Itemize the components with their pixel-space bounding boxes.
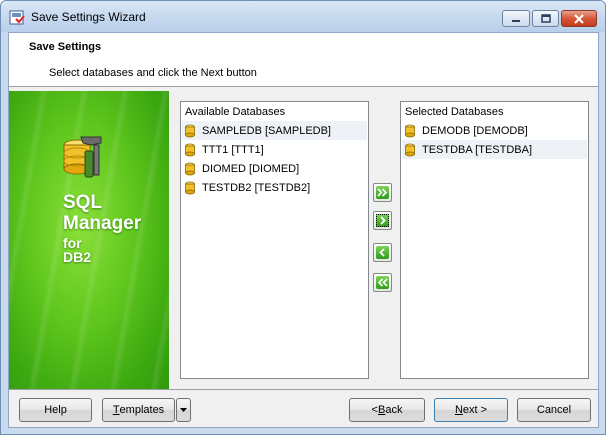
page-title: Save Settings [29, 41, 102, 53]
database-label: DIOMED [DIOMED] [202, 162, 300, 175]
wizard-app-icon [9, 10, 25, 25]
close-icon [574, 13, 584, 24]
page-subtitle: Select databases and click the Next butt… [49, 67, 257, 79]
database-icon [405, 143, 415, 156]
list-item[interactable]: TESTDBA [TESTDBA] [402, 140, 587, 159]
wizard-header: Save Settings Select databases and click… [9, 33, 598, 87]
database-label: SAMPLEDB [SAMPLEDB] [202, 124, 331, 137]
next-label-rest: ext > [462, 404, 488, 416]
help-button[interactable]: Help [19, 398, 92, 422]
banner-line-manager: Manager [63, 213, 142, 234]
banner-line-db2: DB2 [63, 249, 92, 265]
database-icon [185, 181, 195, 194]
close-button[interactable] [561, 10, 597, 27]
database-label: TESTDB2 [TESTDB2] [202, 181, 311, 194]
maximize-button[interactable] [532, 10, 559, 27]
list-item[interactable]: TTT1 [TTT1] [182, 140, 367, 159]
button-face [376, 214, 389, 227]
next-mnemonic: N [454, 404, 463, 416]
database-icon [185, 124, 195, 137]
footer-divider [9, 389, 598, 390]
product-banner: SQL Manager for DB2 [9, 91, 169, 389]
back-label-rest: ack [385, 404, 403, 416]
minimize-button[interactable] [502, 10, 530, 27]
button-face [376, 186, 389, 199]
button-face [376, 276, 389, 289]
wizard-client-area: Save Settings Select databases and click… [8, 32, 599, 428]
chevron-right-icon [380, 216, 386, 225]
remove-selected-button[interactable] [373, 243, 392, 262]
cancel-button[interactable]: Cancel [517, 398, 591, 422]
add-all-button[interactable] [373, 183, 392, 202]
banner-product-name: SQL Manager for DB2 [63, 193, 141, 264]
remove-all-button[interactable] [373, 273, 392, 292]
double-chevron-left-icon [377, 278, 388, 287]
available-databases-list[interactable]: Available Databases SAMPLEDB [SAMPLEDB] [180, 101, 369, 379]
database-wrench-logo-icon [63, 136, 102, 178]
title-bar[interactable]: Save Settings Wizard [1, 1, 605, 32]
window-title: Save Settings Wizard [31, 10, 146, 24]
back-mnemonic: B [377, 404, 386, 416]
double-chevron-right-icon [377, 188, 388, 197]
list-item[interactable]: DIOMED [DIOMED] [182, 159, 367, 178]
wizard-window: Save Settings Wizard Save Settings Selec… [0, 0, 606, 435]
database-icon [185, 162, 195, 175]
available-databases-items: SAMPLEDB [SAMPLEDB] TTT1 [TTT1] DIOMED [… [182, 121, 367, 197]
caret-down-icon [180, 408, 187, 412]
chevron-left-icon [379, 248, 385, 257]
database-label: TESTDBA [TESTDBA] [422, 143, 533, 156]
database-label: DEMODB [DEMODB] [422, 124, 528, 137]
templates-label-rest: emplates [119, 404, 165, 416]
button-face [376, 246, 389, 259]
list-item[interactable]: SAMPLEDB [SAMPLEDB] [182, 121, 367, 140]
banner-line-for: for [63, 235, 82, 251]
templates-button[interactable]: Templates [102, 398, 175, 422]
selected-databases-list[interactable]: Selected Databases DEMODB [DEMODB] TESTD… [400, 101, 589, 379]
add-selected-button[interactable] [373, 211, 392, 230]
maximize-icon [540, 14, 551, 23]
database-label: TTT1 [TTT1] [202, 143, 264, 156]
available-databases-caption: Available Databases [185, 106, 286, 118]
back-button[interactable]: < Back [349, 398, 425, 422]
list-item[interactable]: TESTDB2 [TESTDB2] [182, 178, 367, 197]
next-button[interactable]: Next > [434, 398, 508, 422]
minimize-icon [512, 19, 520, 22]
selected-databases-items: DEMODB [DEMODB] TESTDBA [TESTDBA] [402, 121, 587, 159]
database-icon [185, 143, 195, 156]
list-item[interactable]: DEMODB [DEMODB] [402, 121, 587, 140]
banner-line-sql: SQL [63, 192, 103, 213]
templates-dropdown-button[interactable] [176, 398, 191, 422]
selected-databases-caption: Selected Databases [405, 106, 504, 118]
templates-mnemonic: T [112, 404, 120, 416]
database-icon [405, 124, 415, 137]
